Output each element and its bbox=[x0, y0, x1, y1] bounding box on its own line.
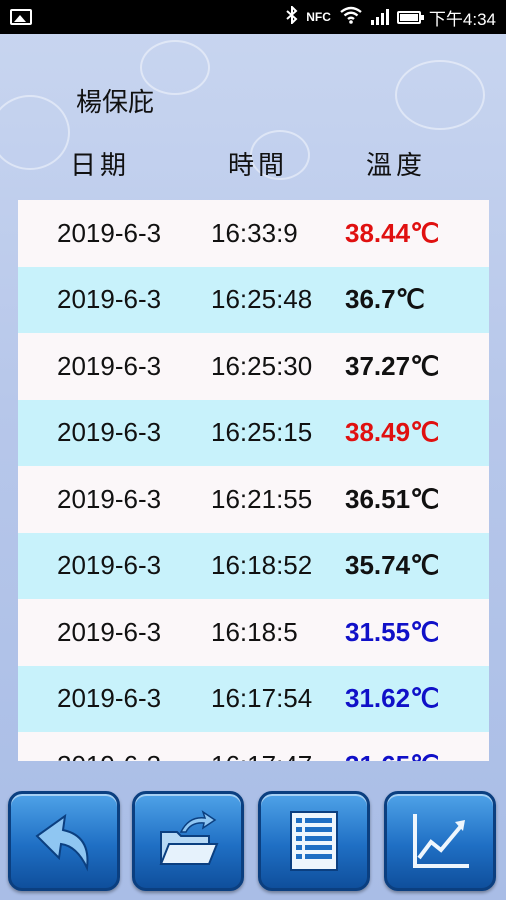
temperature-records-list[interactable]: 2019-6-3 16:33:9 38.44℃ 2019-6-3 16:25:48 36.… bbox=[18, 200, 489, 761]
record-date: 2019-6-3 bbox=[57, 550, 162, 581]
record-row[interactable]: 2019-6-3 16:17:54 31.62℃ bbox=[18, 665, 489, 732]
record-time: 16:25:48 bbox=[211, 284, 313, 315]
wifi-icon bbox=[339, 6, 363, 29]
record-row[interactable]: 2019-6-3 16:18:5 31.55℃ bbox=[18, 599, 489, 666]
list-icon bbox=[290, 811, 338, 871]
record-row[interactable]: 2019-6-3 16:21:55 36.51℃ bbox=[18, 466, 489, 533]
record-temperature: 35.74℃ bbox=[345, 550, 440, 581]
battery-icon bbox=[396, 10, 424, 24]
table-header: 日期 時間 溫度 bbox=[0, 145, 506, 185]
record-time: 16:21:55 bbox=[211, 483, 313, 514]
record-date: 2019-6-3 bbox=[57, 683, 162, 714]
nfc-icon: NFC bbox=[306, 10, 331, 24]
record-temperature: 36.7℃ bbox=[345, 284, 425, 315]
gallery-notification-icon bbox=[10, 9, 32, 25]
record-temperature: 38.49℃ bbox=[345, 417, 440, 448]
record-date: 2019-6-3 bbox=[57, 284, 162, 315]
record-date: 2019-6-3 bbox=[57, 483, 162, 514]
record-row[interactable]: 2019-6-3 16:18:52 35.74℃ bbox=[18, 532, 489, 599]
record-time: 16:17:47 bbox=[211, 750, 312, 761]
bottom-toolbar bbox=[0, 786, 506, 900]
record-temperature: 38.44℃ bbox=[345, 217, 440, 248]
record-time: 16:18:5 bbox=[211, 616, 298, 647]
record-time: 16:18:52 bbox=[211, 550, 313, 581]
record-date: 2019-6-3 bbox=[57, 350, 162, 381]
record-row[interactable]: 2019-6-3 16:25:30 37.27℃ bbox=[18, 333, 489, 400]
list-button[interactable] bbox=[258, 791, 370, 891]
status-bar: NFC 下午4:34 bbox=[0, 0, 506, 34]
record-date: 2019-6-3 bbox=[57, 616, 162, 647]
chart-button[interactable] bbox=[384, 791, 496, 891]
column-header-time: 時間 bbox=[228, 151, 289, 181]
record-temperature: 31.65℃ bbox=[345, 750, 439, 761]
column-header-date: 日期 bbox=[70, 151, 131, 181]
status-time: 下午4:34 bbox=[428, 9, 496, 29]
back-arrow-icon bbox=[35, 813, 89, 872]
record-date: 2019-6-3 bbox=[57, 417, 162, 448]
patient-name: 楊保庇 bbox=[76, 88, 155, 118]
record-temperature: 37.27℃ bbox=[345, 350, 440, 381]
background-doodle bbox=[395, 60, 485, 130]
line-chart-icon bbox=[413, 814, 469, 868]
record-temperature: 31.62℃ bbox=[345, 683, 440, 714]
back-button[interactable] bbox=[8, 791, 120, 891]
open-folder-icon bbox=[159, 810, 219, 865]
bluetooth-icon bbox=[286, 4, 298, 29]
record-date: 2019-6-3 bbox=[57, 750, 161, 761]
record-time: 16:33:9 bbox=[211, 217, 298, 248]
record-time: 16:17:54 bbox=[211, 683, 313, 714]
record-temperature: 31.55℃ bbox=[345, 616, 440, 647]
column-header-temperature: 溫度 bbox=[366, 151, 427, 181]
record-time: 16:25:30 bbox=[211, 350, 313, 381]
cell-signal-icon bbox=[370, 9, 389, 25]
record-temperature: 36.51℃ bbox=[345, 483, 440, 514]
record-row[interactable]: 2019-6-3 16:25:15 38.49℃ bbox=[18, 399, 489, 466]
record-row[interactable]: 2019-6-3 16:17:47 31.65℃ bbox=[18, 732, 489, 761]
record-time: 16:25:15 bbox=[211, 417, 313, 448]
open-folder-button[interactable] bbox=[132, 791, 244, 891]
record-date: 2019-6-3 bbox=[57, 217, 162, 248]
record-row[interactable]: 2019-6-3 16:25:48 36.7℃ bbox=[18, 266, 489, 333]
record-row[interactable]: 2019-6-3 16:33:9 38.44℃ bbox=[18, 200, 489, 267]
